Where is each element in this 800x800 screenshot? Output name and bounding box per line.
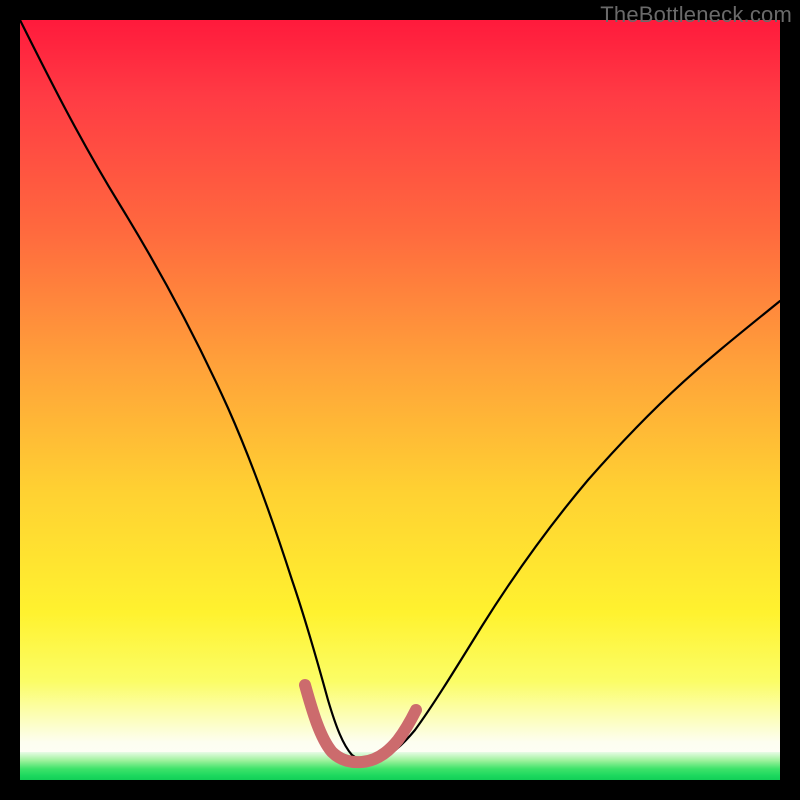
plot-area (20, 20, 780, 780)
watermark-text: TheBottleneck.com (600, 2, 792, 28)
valley-highlight (305, 685, 416, 762)
chart-frame: TheBottleneck.com (0, 0, 800, 800)
bottleneck-curve (20, 20, 780, 761)
curve-layer (20, 20, 780, 780)
